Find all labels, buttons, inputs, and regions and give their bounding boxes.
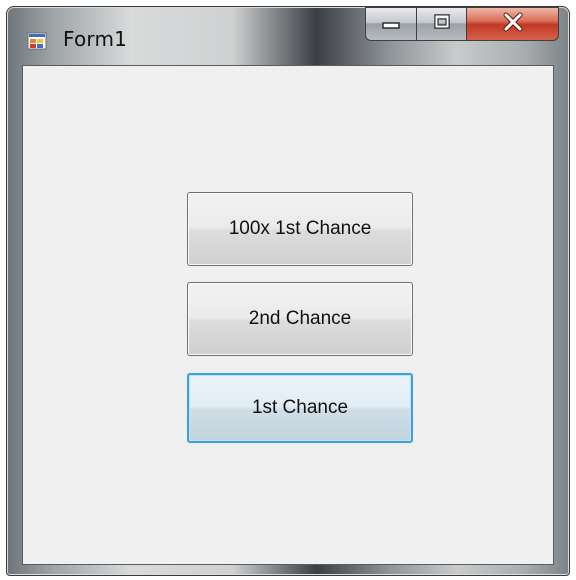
form-window: Form1 100x 1st Chance 2nd Chance 1st Cha… bbox=[6, 6, 570, 576]
maximize-icon bbox=[432, 13, 452, 35]
minimize-button[interactable] bbox=[365, 7, 417, 41]
maximize-button[interactable] bbox=[417, 7, 467, 41]
form-app-icon[interactable] bbox=[27, 31, 47, 51]
2nd-chance-button[interactable]: 2nd Chance bbox=[187, 282, 413, 356]
window-title: Form1 bbox=[63, 27, 128, 51]
caption-buttons bbox=[365, 7, 559, 43]
close-icon bbox=[501, 12, 525, 36]
title-bar[interactable]: Form1 bbox=[7, 7, 569, 65]
100x-1st-chance-button[interactable]: 100x 1st Chance bbox=[187, 192, 413, 266]
minimize-icon bbox=[381, 15, 401, 34]
form-client-area: 100x 1st Chance 2nd Chance 1st Chance bbox=[22, 65, 554, 565]
1st-chance-button[interactable]: 1st Chance bbox=[187, 373, 413, 443]
close-button[interactable] bbox=[467, 7, 559, 41]
